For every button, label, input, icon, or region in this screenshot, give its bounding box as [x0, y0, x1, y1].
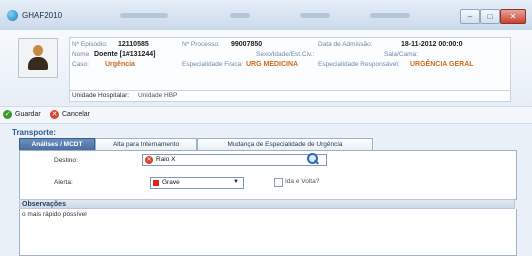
transport-form: Destino: ✕ Raio X Alerta: Grave ▼ Ida e … — [19, 150, 517, 200]
avatar-head-icon — [33, 45, 43, 56]
observations-text: o mais rápido possível — [22, 211, 87, 218]
search-icon[interactable] — [307, 153, 319, 165]
close-button[interactable]: ✕ — [500, 9, 526, 24]
patient-photo — [18, 38, 58, 78]
title-tab-placeholder — [230, 13, 250, 18]
cancel-button[interactable]: ✕ Cancelar — [50, 109, 90, 120]
patient-info-grid: Nº Episódio: 12110585 Nº Processo: 99007… — [69, 37, 511, 91]
alert-select[interactable]: Grave ▼ — [150, 177, 244, 189]
title-tab-placeholder — [300, 13, 330, 18]
cancel-label: Cancelar — [62, 111, 91, 118]
destination-value: Raio X — [156, 156, 176, 163]
patient-name-value: Doente [1#131244] — [94, 51, 156, 58]
title-bar: GHAF2010 – □ ✕ — [0, 0, 532, 31]
alert-value: Grave — [162, 179, 180, 186]
specialty-value: URG MEDICINA — [246, 61, 299, 68]
responsible-specialty-label: Especialidade Responsável: — [318, 61, 400, 68]
admission-value: 18-11-2012 00:00:0 — [401, 41, 463, 48]
round-trip-checkbox[interactable] — [274, 178, 283, 187]
maximize-button[interactable]: □ — [480, 9, 500, 24]
hospital-unit-label: Unidade Hospitalar: — [72, 92, 130, 99]
tab-discharge-admission[interactable]: Alta para Internamento — [95, 138, 197, 150]
observations-title: Observações — [19, 199, 515, 209]
case-value: Urgência — [105, 61, 135, 68]
check-icon: ✓ — [3, 110, 12, 119]
bed-label: Sala/Cama: — [384, 51, 418, 58]
save-label: Guardar — [15, 111, 41, 118]
hospital-unit-line: Unidade Hospitalar: Unidade HBP — [69, 90, 511, 102]
tab-analyses[interactable]: Análises / MCDT — [19, 138, 95, 150]
process-value: 99007850 — [231, 41, 263, 48]
alert-label: Alerta: — [54, 179, 73, 186]
tab-strip: Análises / MCDT Alta para Internamento M… — [19, 138, 519, 150]
destination-label: Destino: — [54, 157, 78, 164]
process-label: Nº Processo: — [182, 41, 220, 48]
specialty-label: Especialidade Fisica: — [182, 61, 244, 68]
episode-value: 12110585 — [118, 41, 149, 48]
cancel-icon: ✕ — [50, 110, 59, 119]
alert-color-swatch — [153, 180, 159, 186]
episode-label: Nº Episódio: — [72, 41, 108, 48]
save-button[interactable]: ✓ Guardar — [3, 109, 41, 120]
case-label: Caso: — [72, 61, 89, 68]
app-icon — [7, 10, 18, 21]
remove-icon[interactable]: ✕ — [145, 156, 153, 164]
hospital-unit-value: Unidade HBP — [138, 92, 178, 99]
round-trip-label: Ida e Volta? — [285, 178, 320, 185]
responsible-specialty-value: URGÊNCIA GERAL — [410, 61, 474, 68]
admission-label: Data de Admissão: — [318, 41, 373, 48]
sex-age-label: Sexo/Idade/Est.Civ.: — [256, 51, 315, 58]
avatar-body-icon — [28, 57, 48, 70]
observations-textarea[interactable]: o mais rápido possível — [19, 209, 517, 256]
chevron-down-icon: ▼ — [233, 179, 239, 185]
destination-field[interactable]: ✕ Raio X — [142, 154, 327, 166]
tab-specialty-change[interactable]: Mudança de Especialidade de Urgência — [197, 138, 373, 150]
window-title: GHAF2010 — [22, 11, 63, 20]
patient-name-label: Nome — [72, 51, 90, 58]
action-toolbar: ✓ Guardar ✕ Cancelar — [0, 106, 532, 124]
section-title: Transporte: — [12, 128, 57, 137]
minimize-button[interactable]: – — [460, 9, 480, 24]
title-tab-placeholder — [370, 13, 410, 18]
title-tab-placeholder — [120, 13, 168, 18]
